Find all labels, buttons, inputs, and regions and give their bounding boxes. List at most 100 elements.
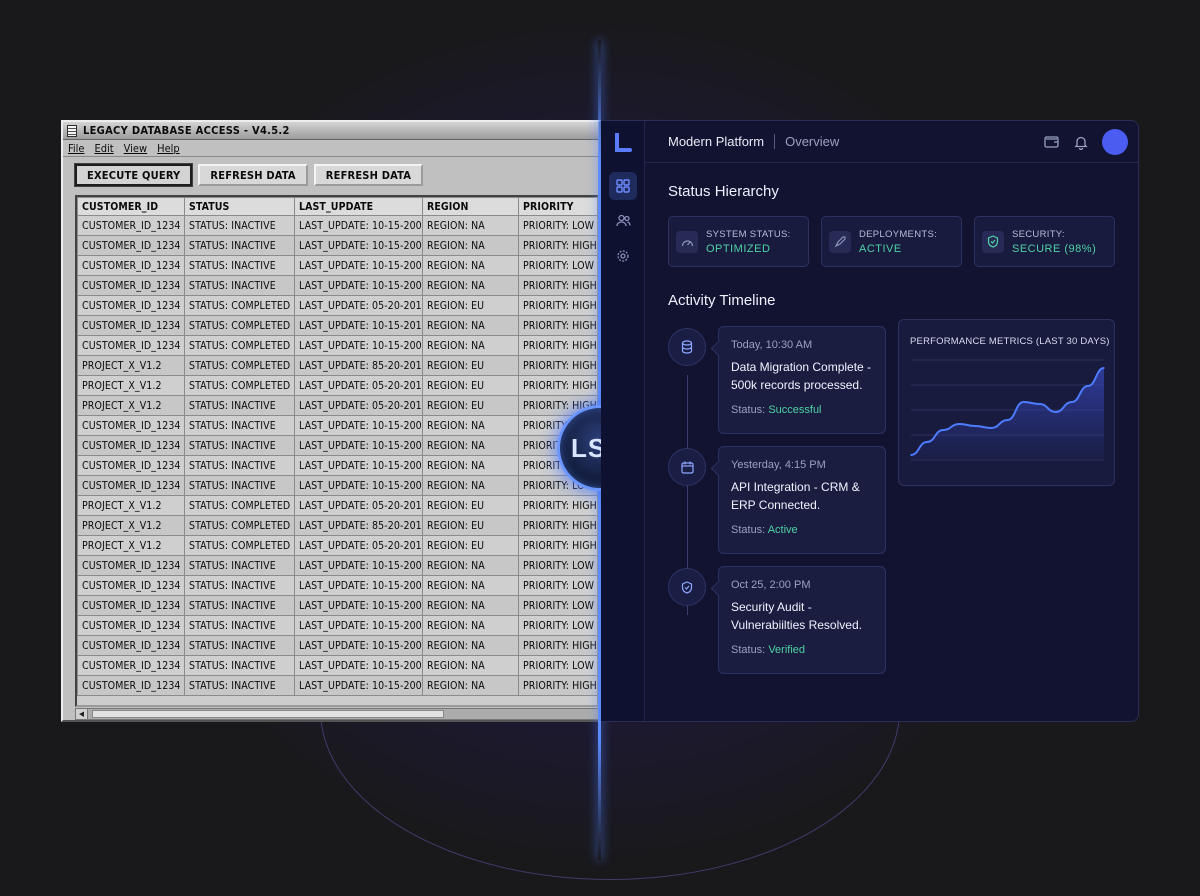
table-cell[interactable]: STATUS: COMPLETED	[184, 315, 295, 336]
timeline-card[interactable]: Yesterday, 4:15 PM API Integration - CRM…	[718, 446, 886, 554]
table-cell[interactable]: LAST_UPDATE: 10-15-2008	[294, 595, 423, 616]
table-cell[interactable]: REGION: EU	[422, 515, 519, 536]
avatar[interactable]	[1102, 129, 1128, 155]
table-cell[interactable]: STATUS: INACTIVE	[184, 255, 295, 276]
table-cell[interactable]: PRIORITY: LOW	[518, 215, 597, 236]
table-cell[interactable]: CUSTOMER_ID_1234	[77, 435, 185, 456]
table-cell[interactable]: PRIORITY: HIGH	[518, 675, 597, 696]
table-cell[interactable]: REGION: NA	[422, 555, 519, 576]
table-cell[interactable]: REGION: NA	[422, 635, 519, 656]
table-cell[interactable]: PRIORITY: HIGH	[518, 535, 597, 556]
table-cell[interactable]: PRIORITY: HIGH	[518, 315, 597, 336]
table-row[interactable]: PROJECT_X_V1.2 STATUS: COMPLETED LAST_UPDA…	[77, 515, 597, 536]
scroll-thumb[interactable]	[92, 710, 444, 718]
table-cell[interactable]: STATUS: COMPLETED	[184, 335, 295, 356]
table-cell[interactable]: LAST_UPDATE: 10-15-2008	[294, 655, 423, 676]
table-cell[interactable]: REGION: EU	[422, 535, 519, 556]
bell-icon[interactable]	[1074, 135, 1088, 150]
table-row[interactable]: PROJECT_X_V1.2 STATUS: COMPLETED LAST_UPDA…	[77, 495, 597, 516]
table-cell[interactable]: PRIORITY: HIGH	[518, 355, 597, 376]
table-cell[interactable]: LAST_UPDATE: 05-20-2012	[294, 495, 423, 516]
table-cell[interactable]: STATUS: INACTIVE	[184, 215, 295, 236]
table-cell[interactable]: STATUS: INACTIVE	[184, 575, 295, 596]
table-row[interactable]: CUSTOMER_ID_1234 STATUS: INACTIVE LAST_UPD…	[77, 575, 597, 596]
table-cell[interactable]: REGION: NA	[422, 675, 519, 696]
table-row[interactable]: CUSTOMER_ID_1234 STATUS: INACTIVE LAST_UPD…	[77, 475, 597, 496]
table-cell[interactable]: LAST_UPDATE: 05-20-2012	[294, 295, 423, 316]
table-cell[interactable]: REGION: NA	[422, 215, 519, 236]
table-cell[interactable]: STATUS: INACTIVE	[184, 235, 295, 256]
menu-edit[interactable]: Edit	[94, 142, 113, 155]
table-row[interactable]: CUSTOMER_ID_1234 STATUS: INACTIVE LAST_UPD…	[77, 435, 597, 456]
table-cell[interactable]: PRIORITY: LOW	[518, 555, 597, 576]
table-cell[interactable]: STATUS: INACTIVE	[184, 475, 295, 496]
table-cell[interactable]: PROJECT_X_V1.2	[77, 355, 185, 376]
rail-item-settings[interactable]	[609, 242, 637, 270]
table-row[interactable]: CUSTOMER_ID_1234 STATUS: INACTIVE LAST_UPD…	[77, 235, 597, 256]
menu-file[interactable]: File	[68, 142, 84, 155]
column-header[interactable]: STATUS	[184, 197, 295, 216]
table-cell[interactable]: REGION: NA	[422, 275, 519, 296]
status-card-security[interactable]: SECURITY: SECURE (98%)	[974, 216, 1115, 267]
table-cell[interactable]: PRIORITY: HIGH	[518, 635, 597, 656]
table-cell[interactable]: REGION: EU	[422, 375, 519, 396]
table-cell[interactable]: REGION: NA	[422, 655, 519, 676]
table-cell[interactable]: STATUS: INACTIVE	[184, 275, 295, 296]
status-card-deployments[interactable]: DEPLOYMENTS: ACTIVE	[821, 216, 962, 267]
table-cell[interactable]: CUSTOMER_ID_1234	[77, 315, 185, 336]
table-cell[interactable]: LAST_UPDATE: 10-15-2008	[294, 455, 423, 476]
table-cell[interactable]: CUSTOMER_ID_1234	[77, 655, 185, 676]
table-cell[interactable]: PRIORITY: HIGH	[518, 375, 597, 396]
table-cell[interactable]: PRIORITY: LOW	[518, 255, 597, 276]
table-cell[interactable]: LAST_UPDATE: 10-15-2008	[294, 335, 423, 356]
table-cell[interactable]: REGION: NA	[422, 595, 519, 616]
table-cell[interactable]: STATUS: INACTIVE	[184, 595, 295, 616]
table-cell[interactable]: CUSTOMER_ID_1234	[77, 675, 185, 696]
table-cell[interactable]: STATUS: INACTIVE	[184, 435, 295, 456]
table-cell[interactable]: STATUS: COMPLETED	[184, 515, 295, 536]
table-cell[interactable]: REGION: NA	[422, 415, 519, 436]
table-cell[interactable]: PROJECT_X_V1.2	[77, 375, 185, 396]
table-cell[interactable]: CUSTOMER_ID_1234	[77, 635, 185, 656]
table-cell[interactable]: LAST_UPDATE: 10-15-2008	[294, 435, 423, 456]
table-cell[interactable]: PRIORITY: HIGH	[518, 335, 597, 356]
table-cell[interactable]: CUSTOMER_ID_1234	[77, 275, 185, 296]
column-header[interactable]: LAST_UPDATE	[294, 197, 423, 216]
table-cell[interactable]: LAST_UPDATE: 10-15-2008	[294, 575, 423, 596]
table-cell[interactable]: STATUS: INACTIVE	[184, 655, 295, 676]
table-cell[interactable]: PROJECT_X_V1.2	[77, 515, 185, 536]
table-row[interactable]: PROJECT_X_V1.2 STATUS: INACTIVE LAST_UPDAT…	[77, 395, 597, 416]
table-row[interactable]: CUSTOMER_ID_1234 STATUS: COMPLETED LAST_UP…	[77, 315, 597, 336]
table-row[interactable]: CUSTOMER_ID_1234 STATUS: INACTIVE LAST_UPD…	[77, 215, 597, 236]
table-row[interactable]: CUSTOMER_ID_1234 STATUS: INACTIVE LAST_UPD…	[77, 555, 597, 576]
table-cell[interactable]: REGION: NA	[422, 335, 519, 356]
table-cell[interactable]: LAST_UPDATE: 10-15-2008	[294, 415, 423, 436]
refresh-data-button-2[interactable]: REFRESH DATA	[313, 164, 424, 186]
table-cell[interactable]: CUSTOMER_ID_1234	[77, 595, 185, 616]
column-header[interactable]: REGION	[422, 197, 519, 216]
execute-query-button[interactable]: EXECUTE QUERY	[73, 163, 194, 187]
status-card-system[interactable]: SYSTEM STATUS: OPTIMIZED	[668, 216, 809, 267]
table-cell[interactable]: CUSTOMER_ID_1234	[77, 475, 185, 496]
menu-view[interactable]: View	[124, 142, 147, 155]
table-row[interactable]: CUSTOMER_ID_1234 STATUS: INACTIVE LAST_UPD…	[77, 415, 597, 436]
table-cell[interactable]: STATUS: INACTIVE	[184, 555, 295, 576]
table-cell[interactable]: STATUS: COMPLETED	[184, 495, 295, 516]
table-cell[interactable]: LAST_UPDATE: 10-15-2008	[294, 235, 423, 256]
table-cell[interactable]: STATUS: INACTIVE	[184, 635, 295, 656]
table-cell[interactable]: LAST_UPDATE: 10-15-2008	[294, 215, 423, 236]
table-cell[interactable]: CUSTOMER_ID_1234	[77, 235, 185, 256]
timeline-card[interactable]: Oct 25, 2:00 PM Security Audit - Vulnera…	[718, 566, 886, 674]
table-cell[interactable]: LAST_UPDATE: 10-15-2008	[294, 675, 423, 696]
table-cell[interactable]: LAST_UPDATE: 10-15-2018	[294, 315, 423, 336]
table-cell[interactable]: REGION: NA	[422, 255, 519, 276]
table-cell[interactable]: PROJECT_X_V1.2	[77, 395, 185, 416]
table-row[interactable]: CUSTOMER_ID_1234 STATUS: INACTIVE LAST_UPD…	[77, 675, 597, 696]
table-row[interactable]: CUSTOMER_ID_1234 STATUS: INACTIVE LAST_UPD…	[77, 455, 597, 476]
table-cell[interactable]: LAST_UPDATE: 10-15-2008	[294, 275, 423, 296]
table-row[interactable]: CUSTOMER_ID_1234 STATUS: INACTIVE LAST_UPD…	[77, 595, 597, 616]
table-cell[interactable]: REGION: EU	[422, 355, 519, 376]
table-cell[interactable]: STATUS: INACTIVE	[184, 455, 295, 476]
table-cell[interactable]: PRIORITY: LOW	[518, 655, 597, 676]
table-cell[interactable]: PRIORITY: LOW	[518, 595, 597, 616]
